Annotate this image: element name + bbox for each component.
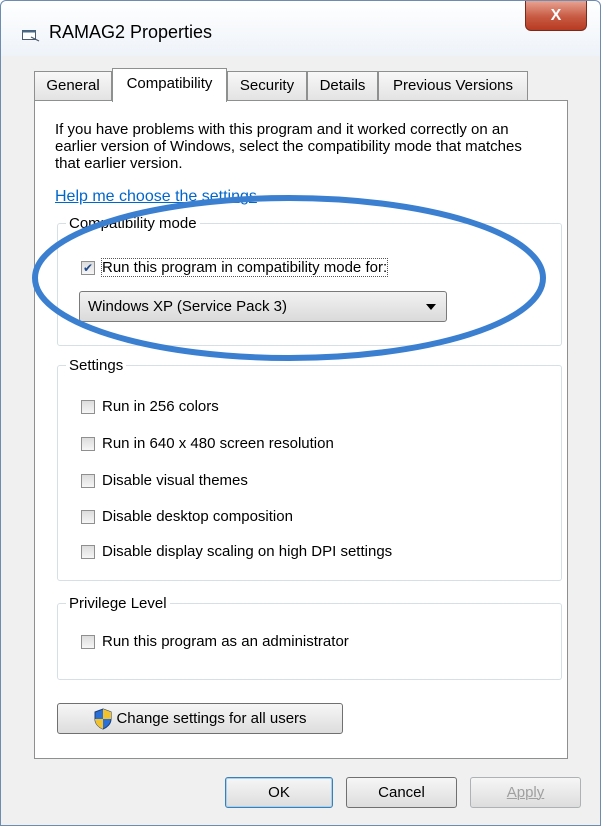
tab-general[interactable]: General [34,71,112,100]
setting-disable-desktop-composition[interactable]: Disable desktop composition [81,508,293,525]
setting-label: Run in 256 colors [102,398,219,415]
selected-os-value: Windows XP (Service Pack 3) [88,298,287,315]
setting-label: Disable desktop composition [102,508,293,525]
tab-details[interactable]: Details [307,71,378,100]
setting-label: Disable visual themes [102,472,248,489]
apply-label: Apply [506,784,545,801]
dropdown-arrow-icon [426,304,436,310]
setting-label: Run in 640 x 480 screen resolution [102,435,334,452]
tab-security[interactable]: Security [227,71,307,100]
checkbox-icon[interactable] [81,473,95,488]
change-settings-all-users-button[interactable]: Change settings for all users [57,703,343,734]
checkbox-icon[interactable] [81,634,95,649]
tab-previous-versions[interactable]: Previous Versions [378,71,528,100]
change-settings-label: Change settings for all users [116,710,307,727]
compatibility-mode-checkbox[interactable]: ✔ Run this program in compatibility mode… [81,258,389,277]
ok-button[interactable]: OK [225,777,333,808]
setting-disable-dpi-scaling[interactable]: Disable display scaling on high DPI sett… [81,543,392,560]
uac-shield-icon [94,707,112,730]
run-as-admin-label: Run this program as an administrator [102,633,349,650]
compatibility-mode-legend: Compatibility mode [69,215,197,232]
close-icon: X [550,6,562,24]
checkbox-icon[interactable] [81,509,95,524]
program-icon [22,30,40,42]
compatibility-os-select[interactable]: Windows XP (Service Pack 3) [79,291,447,322]
settings-legend: Settings [69,357,124,374]
checkbox-icon[interactable] [81,399,95,414]
compatibility-mode-group: Compatibility mode [57,215,562,346]
setting-256-colors[interactable]: Run in 256 colors [81,398,219,415]
run-as-admin-checkbox[interactable]: Run this program as an administrator [81,633,349,650]
intro-text: If you have problems with this program a… [55,121,522,172]
checkbox-icon[interactable] [81,544,95,559]
close-button[interactable]: X [525,1,587,31]
privilege-level-legend: Privilege Level [69,595,167,612]
compatibility-mode-label: Run this program in compatibility mode f… [100,258,389,277]
tab-compatibility[interactable]: Compatibility [112,68,227,102]
checkbox-icon[interactable] [81,436,95,451]
setting-disable-visual-themes[interactable]: Disable visual themes [81,472,248,489]
title-bar[interactable]: RAMAG2 Properties X [1,1,600,56]
setting-label: Disable display scaling on high DPI sett… [102,543,393,560]
window-title: RAMAG2 Properties [49,22,213,42]
cancel-button[interactable]: Cancel [346,777,457,808]
help-link[interactable]: Help me choose the settings [55,188,257,206]
setting-640x480[interactable]: Run in 640 x 480 screen resolution [81,435,334,452]
apply-button[interactable]: Apply [470,777,581,808]
checkbox-checked-icon[interactable]: ✔ [81,260,95,275]
